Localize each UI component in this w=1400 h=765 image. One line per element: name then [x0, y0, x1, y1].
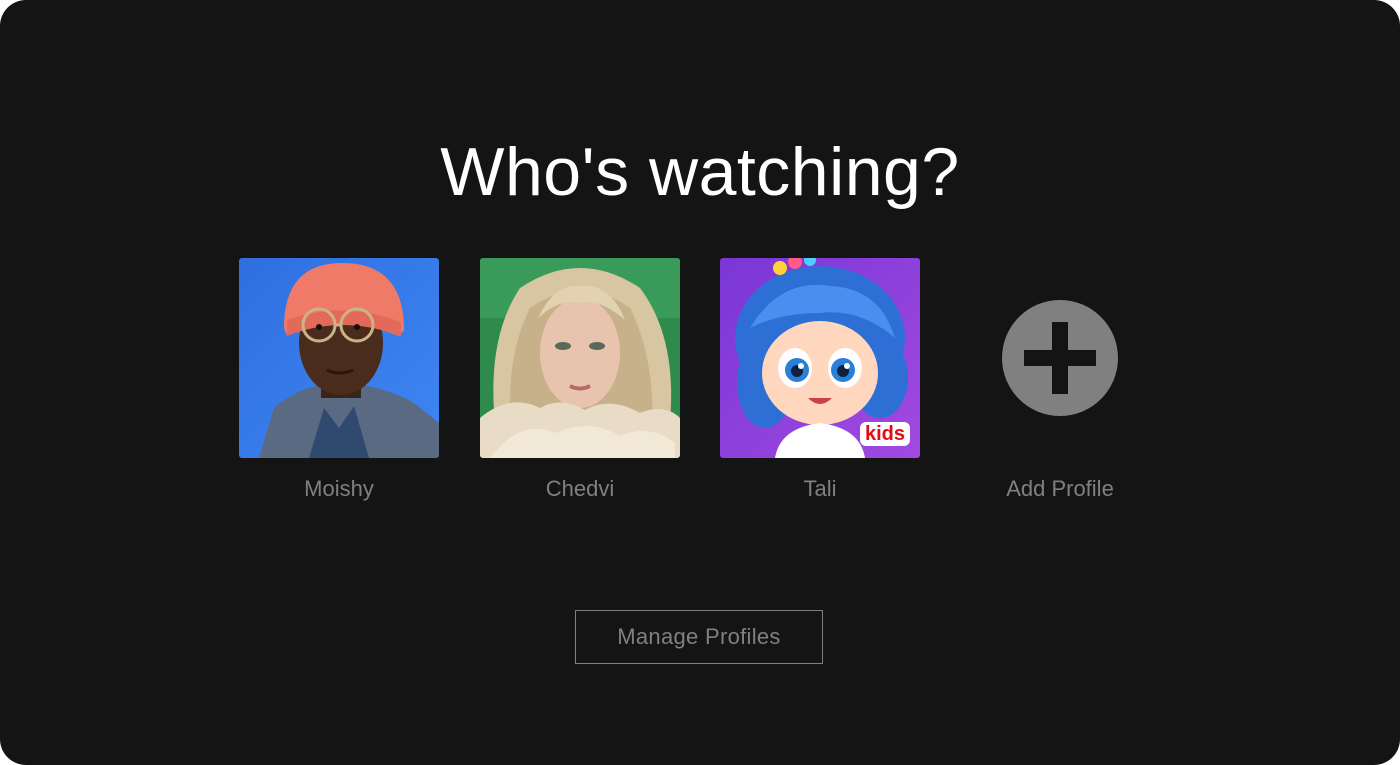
profile-avatar-moishy[interactable] — [239, 258, 439, 458]
profile-name: Tali — [803, 476, 837, 501]
avatar-image — [480, 258, 680, 458]
profile-avatar-chedvi[interactable] — [480, 258, 680, 458]
profile-card-tali[interactable]: kids Tali — [720, 258, 920, 502]
profile-avatar-tali[interactable]: kids — [720, 258, 920, 458]
page-title: Who's watching? — [440, 134, 960, 210]
add-profile-button[interactable] — [960, 258, 1160, 458]
profile-selection-screen: Who's watching? Moishy Chedvi kids Tali … — [0, 0, 1400, 765]
avatar-image — [239, 258, 439, 458]
manage-profiles-button[interactable]: Manage Profiles — [575, 610, 823, 664]
add-profile-circle[interactable] — [1002, 300, 1118, 416]
profile-name: Moishy — [304, 476, 374, 501]
profile-card-chedvi[interactable]: Chedvi — [480, 258, 680, 502]
plus-icon — [1024, 322, 1096, 394]
add-profile-card[interactable]: Add Profile — [960, 258, 1160, 502]
profile-card-moishy[interactable]: Moishy — [239, 258, 439, 502]
kids-badge: kids — [859, 422, 910, 446]
profile-name: Chedvi — [545, 476, 615, 501]
add-profile-label: Add Profile — [1006, 476, 1114, 501]
